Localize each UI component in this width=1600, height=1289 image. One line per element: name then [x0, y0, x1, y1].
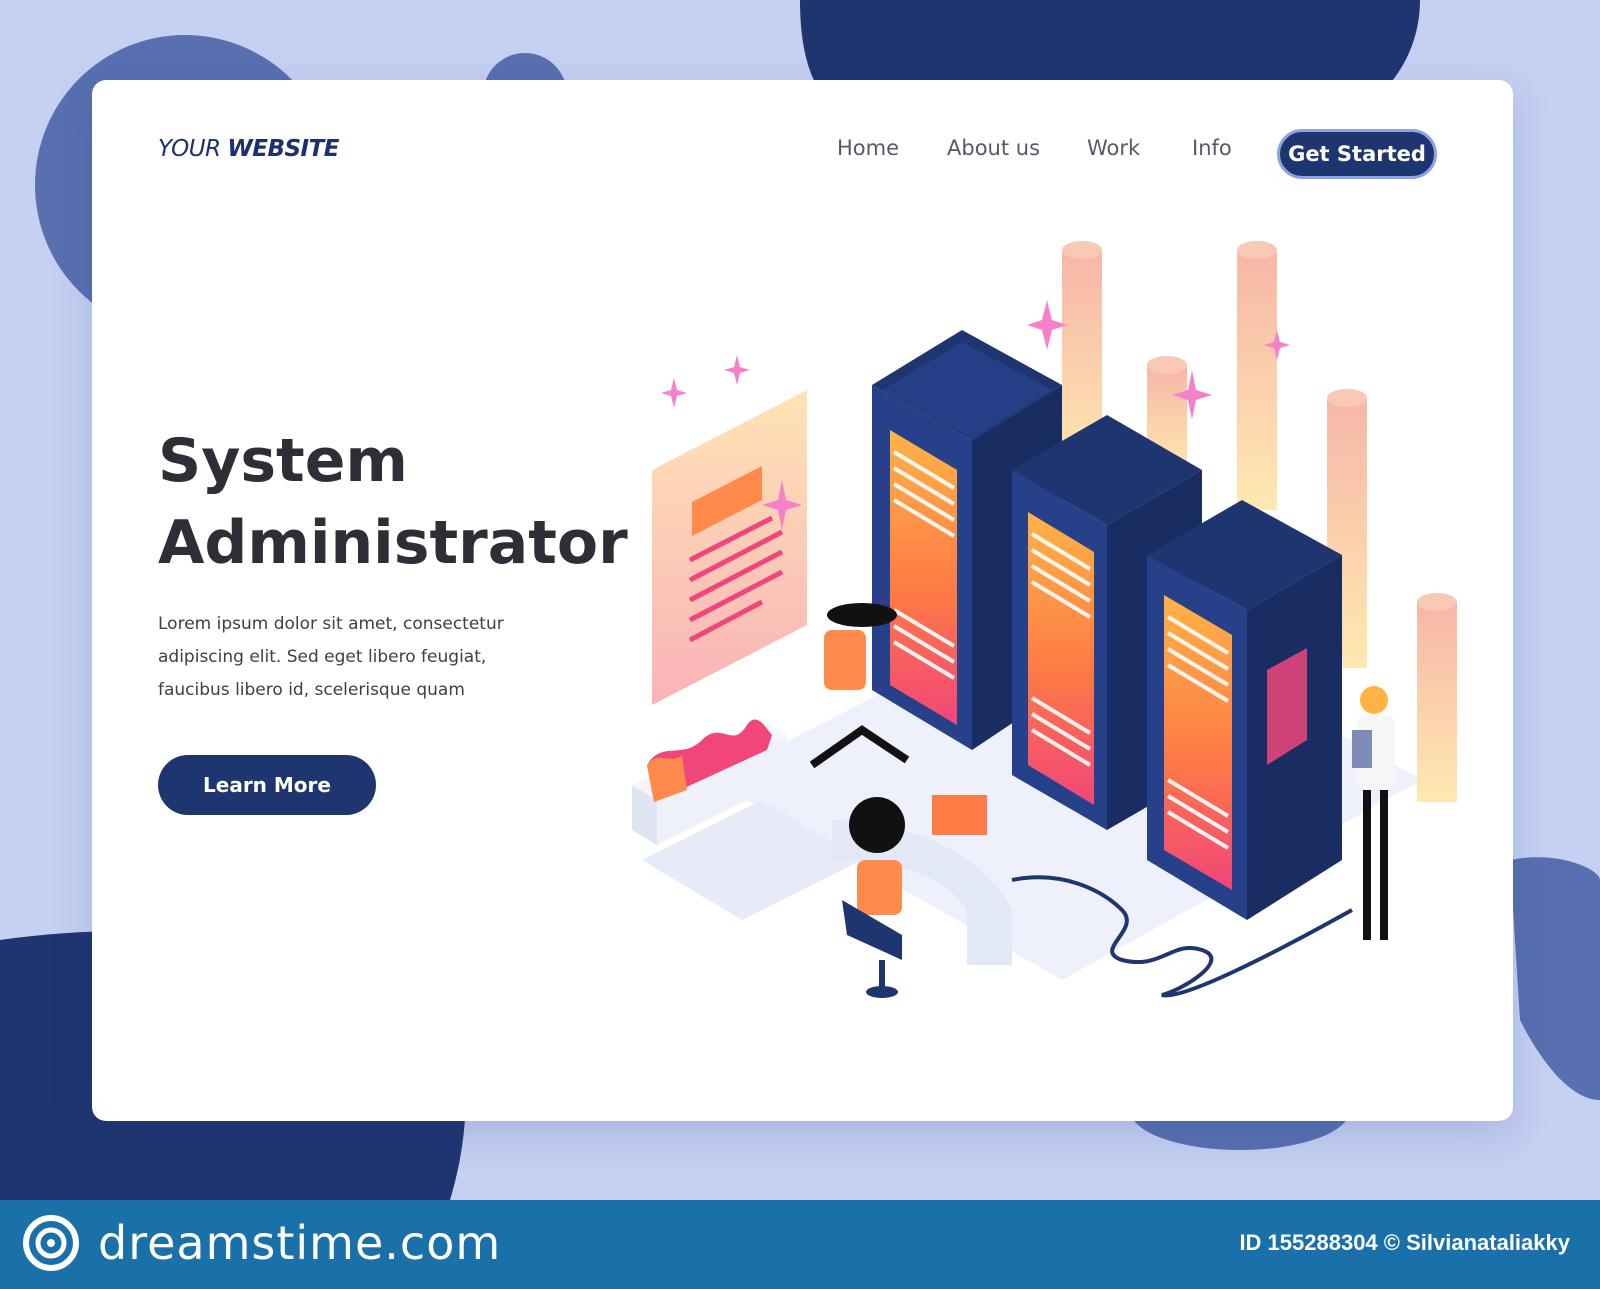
hero-desc-line1: Lorem ipsum dolor sit amet, consectetur [158, 614, 504, 634]
get-started-button[interactable]: Get Started [1277, 129, 1437, 179]
document-panel [652, 390, 807, 705]
server-room-illustration [632, 241, 1457, 998]
hero-description: Lorem ipsum dolor sit amet, consectetur … [158, 608, 518, 707]
nav-link-about-us[interactable]: About us [947, 136, 1040, 160]
footer-brand-text: dreamstime.com [98, 1216, 502, 1270]
hero-desc-line2: adipiscing elit. Sed eget libero feugiat… [158, 647, 487, 667]
server-rack-3 [1147, 500, 1342, 920]
hero-title-line2: Administrator [158, 508, 628, 578]
hero-title-line1: System [158, 426, 408, 496]
footer-bar: dreamstime.com ID 155288304 © Silvianata… [0, 1200, 1600, 1289]
pillar-2 [1237, 241, 1277, 510]
nav-link-work[interactable]: Work [1087, 136, 1140, 160]
nav-link-home[interactable]: Home [837, 136, 899, 160]
site-logo[interactable]: YOUR WEBSITE [158, 136, 340, 162]
bg-blob-right [1510, 857, 1600, 1100]
image-credit: ID 155288304 © Silvianataliakky [1239, 1230, 1570, 1255]
landing-card: YOUR WEBSITE Home About us Work Info Get… [92, 80, 1513, 1121]
spiral-icon [23, 1215, 79, 1271]
learn-more-button[interactable]: Learn More [158, 755, 376, 815]
person-at-desk [842, 797, 905, 998]
monitor [932, 795, 987, 835]
footer-brand[interactable]: dreamstime.com [22, 1214, 501, 1272]
nav-link-info[interactable]: Info [1192, 136, 1232, 160]
pillar-5 [1417, 593, 1457, 802]
hero-desc-line3: faucibus libero id, scelerisque quam [158, 680, 465, 700]
